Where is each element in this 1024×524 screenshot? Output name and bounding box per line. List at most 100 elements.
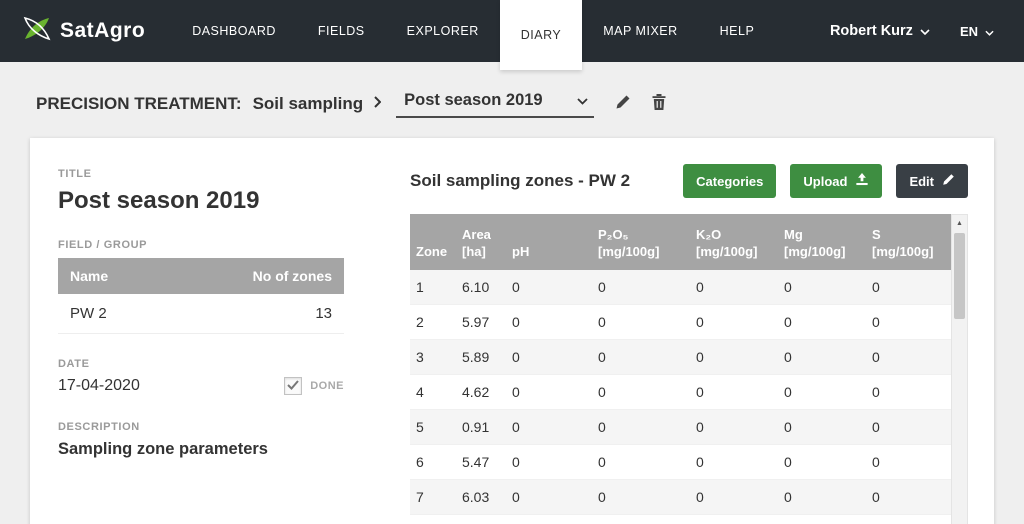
table-cell: 0 bbox=[866, 339, 951, 376]
zones-table-area: Zone Area [ha] pH P₂O₅ [mg/100g] K₂O [mg/100g] M… bbox=[410, 214, 968, 524]
column-header: Zone bbox=[410, 214, 456, 271]
table-cell: 0 bbox=[866, 270, 951, 306]
table-cell: 0 bbox=[690, 444, 778, 481]
treatment-card: TITLE Post season 2019 FIELD / GROUP Nam… bbox=[30, 138, 994, 524]
chevron-right-icon bbox=[374, 95, 382, 113]
table-cell: 0 bbox=[690, 270, 778, 306]
table-cell: 0 bbox=[592, 514, 690, 524]
table-cell: 0 bbox=[690, 304, 778, 341]
trash-icon bbox=[652, 93, 666, 115]
user-menu[interactable]: Robert Kurz bbox=[830, 23, 930, 39]
zones-count-header: No of zones bbox=[252, 268, 332, 284]
done-checkbox[interactable] bbox=[284, 377, 303, 395]
nav-item-fields[interactable]: FIELDS bbox=[297, 0, 386, 62]
categories-button[interactable]: Categories bbox=[683, 164, 777, 198]
table-cell: 2 bbox=[410, 304, 456, 341]
brand-logo[interactable]: SatAgro bbox=[22, 0, 145, 62]
nav-item-map-mixer[interactable]: MAP MIXER bbox=[582, 0, 698, 62]
table-cell: 6.10 bbox=[456, 270, 506, 306]
scrollbar-thumb[interactable] bbox=[954, 233, 965, 319]
table-cell: 0 bbox=[778, 339, 866, 376]
table-cell: 0 bbox=[506, 339, 592, 376]
nav-item-help[interactable]: HELP bbox=[699, 0, 776, 62]
treatment-select-value: Post season 2019 bbox=[404, 91, 543, 109]
zones-table: Zone Area [ha] pH P₂O₅ [mg/100g] K₂O [mg/100g] M… bbox=[410, 214, 951, 524]
field-table-row: PW 2 13 bbox=[58, 294, 344, 334]
table-cell: 0 bbox=[690, 339, 778, 376]
table-row: 6 5.47 0 0 0 0 0 bbox=[410, 444, 951, 481]
zones-panel-header: Soil sampling zones - PW 2 Categories Up… bbox=[410, 164, 968, 198]
table-cell: 5 bbox=[410, 409, 456, 446]
table-cell: 1 bbox=[410, 270, 456, 306]
table-cell: 0 bbox=[506, 270, 592, 306]
table-cell: 0 bbox=[506, 304, 592, 341]
description-label: DESCRIPTION bbox=[58, 421, 140, 433]
done-label: DONE bbox=[310, 380, 344, 392]
field-name-header: Name bbox=[70, 268, 109, 284]
column-header: Area [ha] bbox=[456, 214, 506, 271]
upload-button[interactable]: Upload bbox=[790, 164, 883, 198]
nav-item-dashboard[interactable]: DASHBOARD bbox=[171, 0, 297, 62]
edit-button[interactable]: Edit bbox=[896, 164, 968, 198]
pencil-icon bbox=[615, 94, 631, 115]
table-row: 4 4.62 0 0 0 0 0 bbox=[410, 374, 951, 411]
breadcrumb-prefix: PRECISION TREATMENT: bbox=[36, 94, 242, 113]
table-cell: 0 bbox=[506, 374, 592, 411]
treatment-title: Post season 2019 bbox=[58, 187, 260, 214]
delete-treatment-button[interactable] bbox=[652, 93, 666, 115]
table-scrollbar[interactable]: ▲ bbox=[951, 214, 968, 524]
nav-item-explorer[interactable]: EXPLORER bbox=[386, 0, 500, 62]
table-row: 1 6.10 0 0 0 0 0 bbox=[410, 270, 951, 306]
categories-button-label: Categories bbox=[696, 173, 764, 189]
column-header: Mg [mg/100g] bbox=[778, 214, 866, 271]
edit-button-label: Edit bbox=[909, 173, 934, 189]
chevron-down-icon bbox=[920, 23, 930, 39]
table-cell: 1.42 bbox=[456, 514, 506, 524]
table-cell: 0 bbox=[778, 374, 866, 411]
field-table: Name No of zones PW 2 13 bbox=[58, 258, 344, 334]
main-nav: DASHBOARD FIELDS EXPLORER DIARY MAP MIXE… bbox=[171, 0, 776, 70]
table-cell: 0 bbox=[778, 304, 866, 341]
navbar: SatAgro DASHBOARD FIELDS EXPLORER DIARY … bbox=[0, 0, 1024, 70]
column-header: K₂O [mg/100g] bbox=[690, 214, 778, 271]
zones-table-body: 1 6.10 0 0 0 0 0 2 5.97 0 0 0 0 0 3 5.89 0 0 0 0 0 4 4.62 0 0 0 0 0… bbox=[410, 270, 951, 524]
table-cell: 3 bbox=[410, 339, 456, 376]
field-table-header: Name No of zones bbox=[58, 258, 344, 294]
table-cell: 4.62 bbox=[456, 374, 506, 411]
field-group-label: FIELD / GROUP bbox=[58, 239, 148, 251]
table-cell: 0 bbox=[592, 409, 690, 446]
table-cell: 0 bbox=[690, 479, 778, 516]
done-control: DONE bbox=[284, 377, 344, 395]
date-label: DATE bbox=[58, 358, 90, 370]
language-menu[interactable]: EN bbox=[960, 24, 994, 39]
zones-table-header-row: Zone Area [ha] pH P₂O₅ [mg/100g] K₂O [mg/100g] M… bbox=[410, 214, 951, 271]
table-cell: 0 bbox=[506, 479, 592, 516]
table-cell: 0 bbox=[592, 304, 690, 341]
chevron-down-icon bbox=[985, 24, 994, 39]
breadcrumb-section: Soil sampling bbox=[252, 94, 364, 113]
treatment-select[interactable]: Post season 2019 bbox=[396, 90, 595, 118]
zones-panel: Soil sampling zones - PW 2 Categories Up… bbox=[370, 138, 994, 524]
table-cell: 4 bbox=[410, 374, 456, 411]
table-cell: 0 bbox=[506, 444, 592, 481]
table-cell: 0 bbox=[592, 270, 690, 306]
table-cell: 0 bbox=[866, 304, 951, 341]
table-cell: 0 bbox=[866, 374, 951, 411]
satagro-leaf-icon bbox=[22, 16, 52, 47]
table-cell: 8 bbox=[410, 514, 456, 524]
table-cell: 0 bbox=[592, 374, 690, 411]
table-cell: 0 bbox=[866, 444, 951, 481]
table-cell: 7 bbox=[410, 479, 456, 516]
column-header: P₂O₅ [mg/100g] bbox=[592, 214, 690, 271]
table-cell: 0 bbox=[866, 409, 951, 446]
table-cell: 0 bbox=[506, 409, 592, 446]
scroll-up-arrow[interactable]: ▲ bbox=[952, 215, 967, 232]
edit-treatment-button[interactable] bbox=[615, 94, 631, 115]
zones-title: Soil sampling zones - PW 2 bbox=[410, 171, 631, 190]
treatment-details-panel: TITLE Post season 2019 FIELD / GROUP Nam… bbox=[30, 138, 370, 524]
table-cell: 0 bbox=[690, 409, 778, 446]
breadcrumb: PRECISION TREATMENT: Soil sampling Post … bbox=[36, 90, 1024, 118]
column-header: pH bbox=[506, 214, 592, 271]
table-cell: 6.03 bbox=[456, 479, 506, 516]
nav-item-diary[interactable]: DIARY bbox=[499, 0, 583, 70]
